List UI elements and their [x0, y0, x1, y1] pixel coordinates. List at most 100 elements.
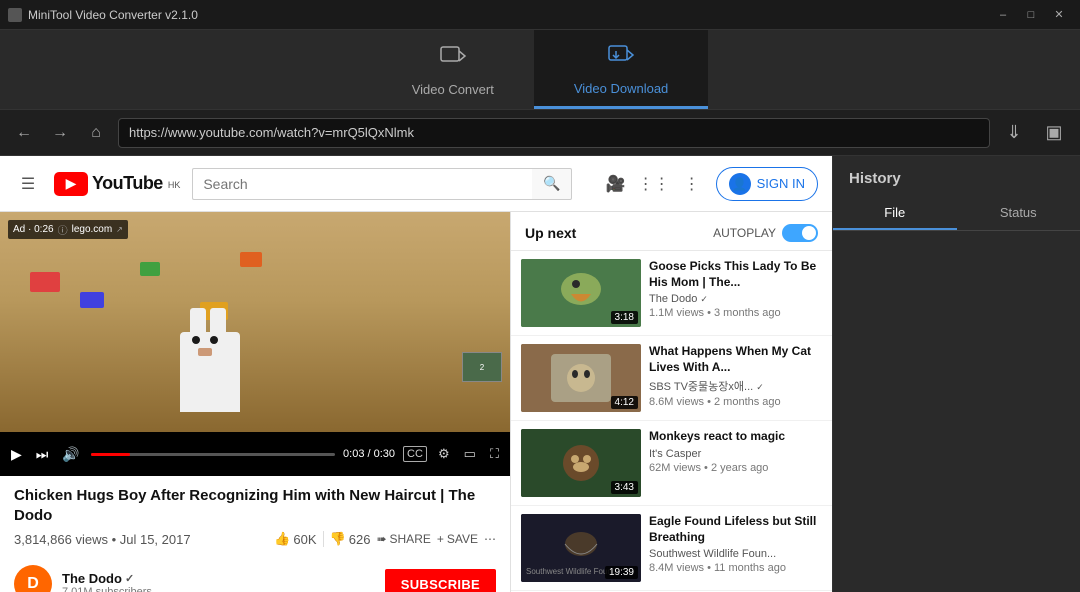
minimize-button[interactable]: –	[990, 4, 1016, 26]
window-controls: – □ ✕	[990, 4, 1072, 26]
video-actions: 👍 60K 👎 626 ➠ SHARE	[274, 531, 496, 547]
video-info: Chicken Hugs Boy After Recognizing Him w…	[0, 476, 510, 557]
video-convert-icon	[439, 42, 467, 76]
channel-name: The Dodo ✓	[62, 571, 152, 586]
app-icon	[8, 8, 22, 22]
video-title: Chicken Hugs Boy After Recognizing Him w…	[14, 486, 496, 525]
youtube-logo-icon: ▶	[54, 172, 88, 196]
video-views: 3,814,866 views • Jul 15, 2017	[14, 532, 191, 547]
card-info-3: Eagle Found Lifeless but Still Breathing…	[649, 514, 822, 582]
search-button[interactable]: 🔍	[532, 168, 572, 200]
yt-apps-button[interactable]: ⋮⋮	[640, 170, 668, 198]
share-button[interactable]: ➠ SHARE	[376, 532, 430, 546]
autoplay-toggle[interactable]	[782, 224, 818, 242]
youtube-header: ☰ ▶ YouTubeHK 🔍 🎥 ⋮⋮ ⋮ 👤 SIGN IN	[0, 156, 832, 212]
upnext-header: Up next AUTOPLAY	[511, 212, 832, 251]
like-button[interactable]: 👍 60K	[274, 531, 316, 547]
tab-video-download-label: Video Download	[574, 81, 668, 96]
card-title-2: Monkeys react to magic	[649, 429, 822, 445]
video-card[interactable]: 3:18 Goose Picks This Lady To Be His Mom…	[511, 251, 832, 336]
play-button[interactable]: ▶	[8, 446, 25, 463]
miniplayer-button[interactable]: ▭	[461, 446, 479, 462]
card-duration-3: 19:39	[605, 566, 638, 579]
new-window-button[interactable]: ▣	[1038, 119, 1070, 147]
dislike-button[interactable]: 👎 626	[330, 531, 371, 547]
settings-button[interactable]: ⚙	[435, 446, 453, 462]
cc-button[interactable]: CC	[403, 446, 427, 462]
search-input[interactable]	[192, 168, 532, 200]
youtube-body: Ad · 0:26 ⓘ lego.com ↗ 2 ▶ ⏭ 🔊	[0, 212, 832, 592]
channel-info: The Dodo ✓ 7.01M subscribers	[62, 571, 152, 592]
video-card[interactable]: Southwest Wildlife Found 19:39 Eagle Fou…	[511, 506, 832, 591]
card-duration-0: 3:18	[611, 311, 638, 324]
tab-video-convert-label: Video Convert	[412, 82, 494, 97]
signin-button[interactable]: 👤 SIGN IN	[716, 167, 818, 201]
youtube-logo[interactable]: ▶ YouTubeHK	[54, 172, 180, 196]
save-button[interactable]: + SAVE	[437, 532, 478, 546]
signin-icon: 👤	[729, 173, 751, 195]
download-action-button[interactable]: ⇓	[998, 119, 1030, 147]
home-button[interactable]: ⌂	[82, 119, 110, 147]
video-meta: 3,814,866 views • Jul 15, 2017 👍 60K 👎 6…	[14, 531, 496, 547]
next-button[interactable]: ⏭	[33, 446, 52, 463]
upnext-title: Up next	[525, 225, 576, 241]
volume-button[interactable]: 🔊	[59, 446, 82, 463]
autoplay-wrap: AUTOPLAY	[713, 224, 818, 242]
share-icon: ➠	[376, 532, 386, 546]
yt-menu-button[interactable]: ☰	[14, 170, 42, 198]
like-icon: 👍	[274, 531, 290, 547]
svg-text:Southwest Wildlife Found: Southwest Wildlife Found	[526, 567, 616, 576]
progress-fill	[91, 453, 130, 456]
youtube-header-right: 🎥 ⋮⋮ ⋮ 👤 SIGN IN	[602, 167, 818, 201]
close-button[interactable]: ✕	[1046, 4, 1072, 26]
time-display: 0:03 / 0:30	[343, 448, 395, 460]
url-input[interactable]	[118, 118, 990, 148]
card-meta-2: 62M views • 2 years ago	[649, 462, 822, 474]
yt-more-button[interactable]: ⋮	[678, 170, 706, 198]
ad-text: Ad · 0:26	[13, 224, 54, 235]
channel-avatar: D	[14, 565, 52, 592]
youtube-area: ☰ ▶ YouTubeHK 🔍 🎥 ⋮⋮ ⋮ 👤 SIGN IN	[0, 156, 832, 592]
card-duration-2: 3:43	[611, 481, 638, 494]
subscribe-button[interactable]: SUBSCRIBE	[385, 569, 496, 592]
title-bar-left: MiniTool Video Converter v2.1.0	[8, 8, 198, 22]
card-meta-0: 1.1M views • 3 months ago	[649, 307, 822, 319]
video-cards-list: 3:18 Goose Picks This Lady To Be His Mom…	[511, 251, 832, 592]
video-thumbnail[interactable]: Ad · 0:26 ⓘ lego.com ↗ 2	[0, 212, 510, 432]
yt-create-button[interactable]: 🎥	[602, 170, 630, 198]
video-player: Ad · 0:26 ⓘ lego.com ↗ 2 ▶ ⏭ 🔊	[0, 212, 510, 476]
card-duration-1: 4:12	[611, 396, 638, 409]
card-meta-3: 8.4M views • 11 months ago	[649, 562, 822, 574]
lego-scene	[0, 212, 510, 432]
verified-icon: ✓	[125, 572, 134, 585]
mini-thumbnail: 2	[462, 352, 502, 382]
card-thumbnail-1: 4:12	[521, 344, 641, 412]
action-divider	[323, 531, 324, 547]
tab-bar: Video Convert Video Download	[0, 30, 1080, 110]
back-button[interactable]: ←	[10, 119, 38, 147]
card-title-0: Goose Picks This Lady To Be His Mom | Th…	[649, 259, 822, 290]
ad-site: lego.com	[72, 224, 113, 235]
more-actions-button[interactable]: ⋯	[484, 532, 496, 546]
card-thumbnail-0: 3:18	[521, 259, 641, 327]
channel-verified-1: ✓	[756, 382, 764, 392]
card-info-2: Monkeys react to magic It's Casper 62M v…	[649, 429, 822, 497]
youtube-logo-badge: HK	[168, 180, 181, 190]
sub-count: 7.01M subscribers	[62, 586, 152, 592]
ad-badge: Ad · 0:26 ⓘ lego.com ↗	[8, 220, 128, 239]
tab-video-convert[interactable]: Video Convert	[372, 30, 534, 109]
history-tabs: File Status	[833, 197, 1080, 231]
history-panel: History File Status	[832, 156, 1080, 592]
history-tab-file[interactable]: File	[833, 197, 957, 230]
lego-bunny-body	[180, 332, 240, 412]
tab-video-download[interactable]: Video Download	[534, 30, 708, 109]
video-card[interactable]: 3:43 Monkeys react to magic It's Casper …	[511, 421, 832, 506]
forward-button[interactable]: →	[46, 119, 74, 147]
maximize-button[interactable]: □	[1018, 4, 1044, 26]
progress-bar[interactable]	[91, 453, 335, 456]
history-tab-status[interactable]: Status	[957, 197, 1080, 230]
card-meta-1: 8.6M views • 2 months ago	[649, 396, 822, 408]
fullscreen-button[interactable]: ⛶	[487, 446, 502, 462]
channel-verified-0: ✓	[700, 294, 708, 304]
video-card[interactable]: 4:12 What Happens When My Cat Lives With…	[511, 336, 832, 421]
